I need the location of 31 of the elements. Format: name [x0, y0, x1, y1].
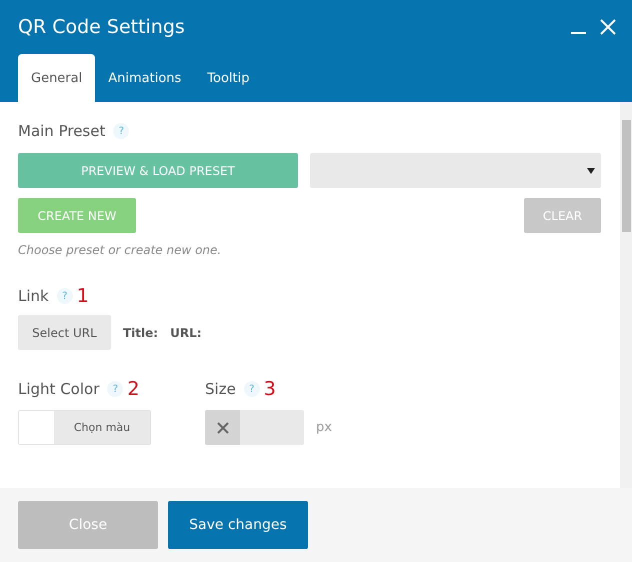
- dropdown-caret-icon: [587, 168, 595, 174]
- hint-text: Choose preset or create new one.: [18, 243, 222, 257]
- preset-dropdown[interactable]: [310, 153, 601, 188]
- color-picker[interactable]: Chọn màu: [18, 410, 151, 445]
- help-icon[interactable]: ?: [244, 381, 260, 397]
- field-label: Light Color: [18, 380, 100, 398]
- tab[interactable]: General: [18, 54, 96, 102]
- url-label: URL:: [170, 326, 202, 340]
- select-url-button[interactable]: Select URL: [18, 315, 111, 350]
- preview-load-preset-button[interactable]: PREVIEW & LOAD PRESET: [18, 153, 298, 188]
- close-button[interactable]: Close: [18, 501, 158, 549]
- annotation-number: 2: [127, 378, 140, 400]
- create-new-button[interactable]: CREATE NEW: [18, 198, 136, 233]
- tab[interactable]: Animations: [95, 54, 194, 102]
- field-label: Main Preset: [18, 122, 106, 140]
- annotation-number: 3: [264, 378, 276, 400]
- scrollbar[interactable]: [620, 102, 632, 488]
- unit-label: px: [316, 420, 332, 435]
- tab[interactable]: Tooltip: [194, 54, 263, 102]
- help-icon[interactable]: ?: [107, 381, 124, 397]
- help-icon[interactable]: ?: [113, 123, 130, 139]
- save-changes-button[interactable]: Save changes: [168, 501, 308, 549]
- size-input-field[interactable]: [205, 410, 304, 445]
- field-label: Size: [205, 380, 236, 398]
- title-label: Title:: [123, 326, 158, 340]
- choose-color-button[interactable]: Chọn màu: [54, 411, 150, 444]
- annotation-number: 1: [76, 285, 89, 307]
- help-icon[interactable]: ?: [56, 288, 73, 304]
- field-label: Link: [18, 287, 49, 305]
- close-icon[interactable]: [600, 19, 616, 35]
- window-title: QR Code Settings: [18, 16, 185, 38]
